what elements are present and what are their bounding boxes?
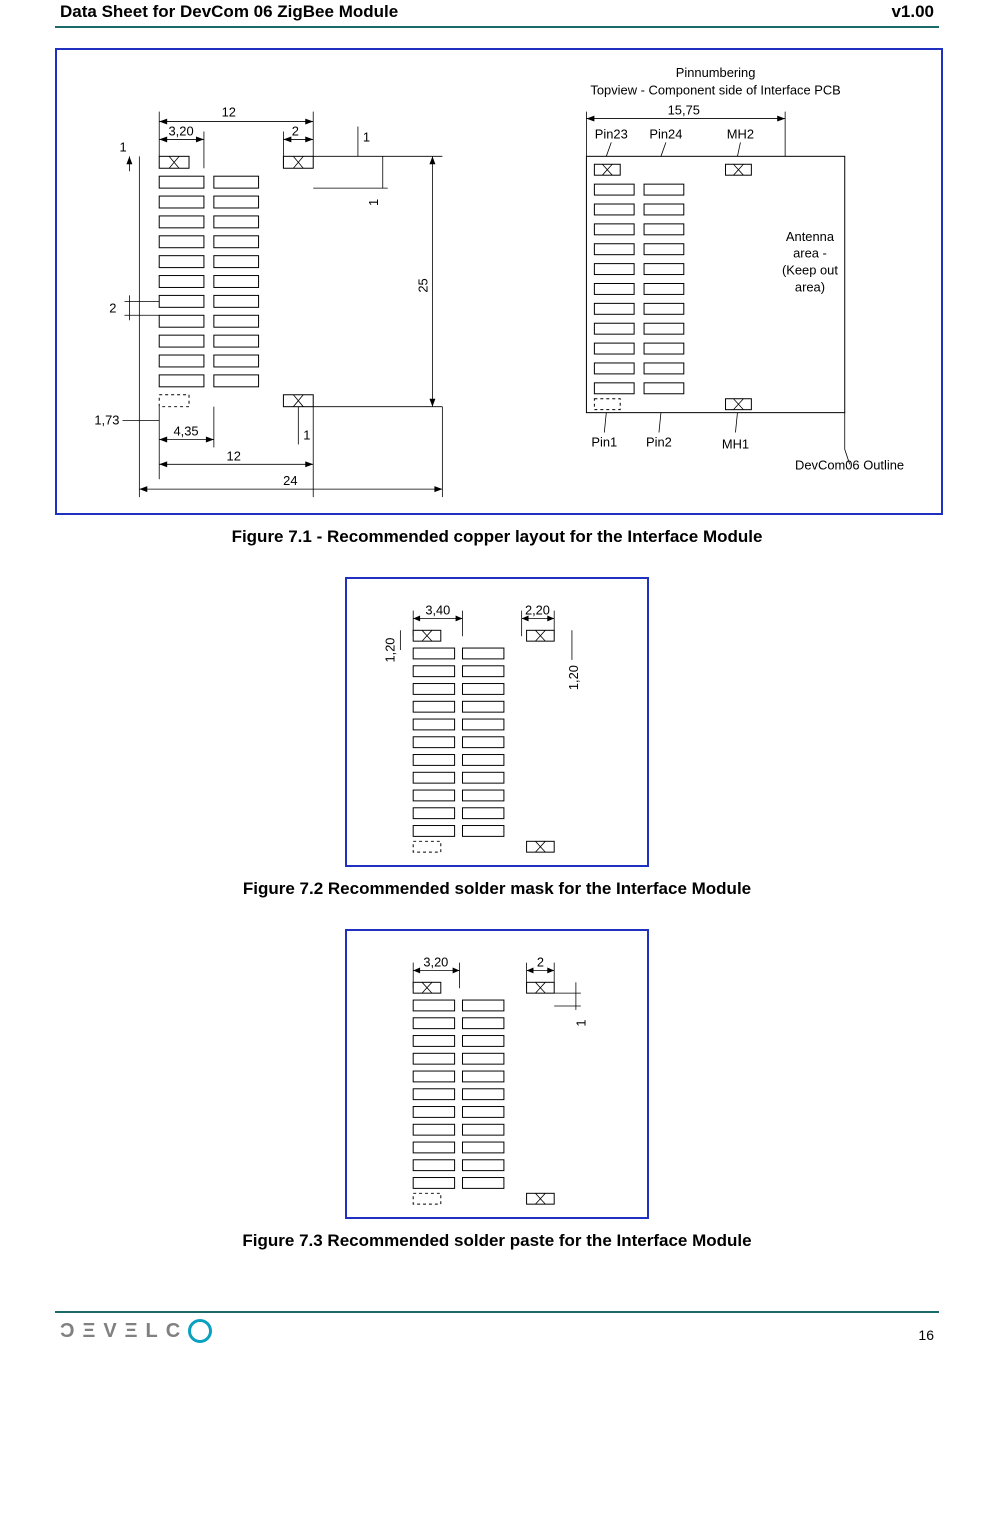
label-pin24: Pin24 (649, 126, 682, 141)
page-header: Data Sheet for DevCom 06 ZigBee Module v… (0, 0, 994, 24)
dim-25: 25 (415, 278, 430, 292)
figure-7-1-box: 12 3,20 2 1 1 2 25 1 1,73 (55, 48, 943, 515)
pin-title-2: Topview - Component side of Interface PC… (590, 82, 840, 97)
page-content: 12 3,20 2 1 1 2 25 1 1,73 (0, 28, 994, 1251)
develco-logo: Ɔ Ξ V Ξ L C (60, 1319, 212, 1343)
dim-2-b: 2 (537, 955, 544, 970)
dim-2-20: 2,20 (525, 603, 550, 618)
dim-1-right: 1 (366, 198, 381, 205)
doc-title: Data Sheet for DevCom 06 ZigBee Module (60, 2, 398, 22)
dim-1-b: 1 (574, 1020, 589, 1027)
figure-7-1-caption: Figure 7.1 - Recommended copper layout f… (55, 527, 939, 547)
dim-3-20: 3,20 (169, 123, 194, 138)
label-antenna-2: area - (793, 245, 827, 260)
dim-4-35: 4,35 (173, 423, 198, 438)
figure-7-2-caption: Figure 7.2 Recommended solder mask for t… (55, 879, 939, 899)
dim-1-20-l: 1,20 (382, 638, 397, 663)
dim-1-bottom: 1 (303, 427, 310, 442)
label-antenna-3: (Keep out (782, 262, 838, 277)
doc-version: v1.00 (891, 2, 934, 22)
label-pin2: Pin2 (646, 434, 672, 449)
dim-1-73: 1,73 (94, 412, 119, 427)
figure-7-3-box: 3,20 2 1 (345, 929, 649, 1219)
dim-3-40: 3,40 (425, 603, 450, 618)
figure-7-2-drawing: 3,40 2,20 1,20 1,20 (349, 581, 645, 863)
label-antenna-1: Antenna (786, 228, 835, 243)
logo-circle-icon (188, 1319, 212, 1343)
label-pin1: Pin1 (591, 434, 617, 449)
dim-3-20-b: 3,20 (423, 955, 448, 970)
label-outline: DevCom06 Outline (795, 457, 904, 472)
dim-1-tr: 1 (363, 129, 370, 144)
label-pin23: Pin23 (595, 126, 628, 141)
figure-7-1-drawing: 12 3,20 2 1 1 2 25 1 1,73 (59, 52, 939, 512)
figure-7-2-box: 3,40 2,20 1,20 1,20 (345, 577, 649, 867)
page-number: 16 (918, 1327, 934, 1343)
dim-2: 2 (292, 123, 299, 138)
page-footer: Ɔ Ξ V Ξ L C 16 (0, 1313, 994, 1353)
label-antenna-4: area) (795, 279, 825, 294)
dim-1-lt: 1 (119, 139, 126, 154)
dim-12-bottom: 12 (227, 448, 241, 463)
label-mh1: MH1 (722, 436, 749, 451)
dim-2-left: 2 (109, 300, 116, 315)
figure-7-3-caption: Figure 7.3 Recommended solder paste for … (55, 1231, 939, 1251)
dim-1-20-r: 1,20 (566, 665, 581, 690)
dim-24: 24 (283, 473, 297, 488)
dim-12-top: 12 (222, 104, 236, 119)
label-mh2: MH2 (727, 126, 754, 141)
figure-7-3-drawing: 3,20 2 1 (349, 933, 645, 1215)
pin-title-1: Pinnumbering (676, 64, 756, 79)
dim-15-75: 15,75 (668, 102, 700, 117)
